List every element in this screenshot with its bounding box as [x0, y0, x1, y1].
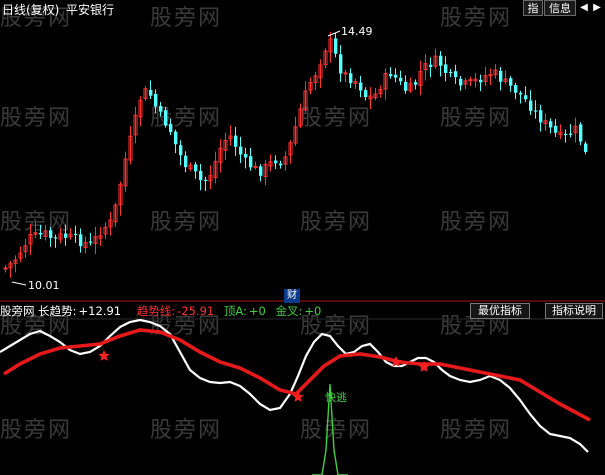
candle-body-down [584, 143, 588, 152]
candle-body-down [159, 106, 163, 112]
candle-body-down [334, 38, 338, 54]
candle-body-down [529, 100, 533, 111]
candle-body-down [169, 123, 173, 132]
stock-name[interactable]: 平安银行 [66, 1, 114, 18]
indicator-lines [0, 318, 591, 475]
indicator-source: 股旁网 长趋势: [0, 304, 77, 318]
candle-body-down [549, 121, 553, 128]
high-pointer [327, 30, 341, 37]
candle-body-down [279, 163, 283, 166]
candle-body-down [204, 179, 208, 182]
info-button[interactable]: 信息 [544, 0, 576, 16]
candle-body-down [499, 70, 503, 82]
golden-cross-value: +0 [304, 304, 322, 318]
candle-body-down [39, 232, 43, 235]
price-high-label: 14.49 [341, 25, 373, 38]
escape-signal-label: 快逃 [325, 391, 347, 404]
candle-body-down [414, 82, 418, 85]
candle-body-down [454, 71, 458, 78]
candlestick-series [3, 31, 588, 278]
candle-body-down [179, 145, 183, 156]
candle-body-down [74, 233, 78, 236]
candle-body-down [164, 110, 168, 126]
candle-body-down [564, 133, 568, 136]
indicator-legend: 股旁网 长趋势: +12.91 趋势线: -25.91 顶A: +0 金叉: +0 [0, 304, 325, 319]
candle-body-down [79, 234, 83, 247]
candle-body-down [444, 64, 448, 73]
candle-body-down [149, 90, 153, 96]
candle-body-down [569, 133, 573, 135]
candle-body-down [519, 92, 523, 95]
candle-body-down [459, 78, 463, 86]
candle-body-down [539, 110, 543, 123]
candle-body-down [554, 125, 558, 133]
indicator-help-button[interactable]: 指标说明 [545, 303, 603, 319]
candle-body-down [389, 73, 393, 77]
golden-cross-label: 金叉: [275, 304, 303, 318]
candle-body-down [194, 164, 198, 172]
candle-body-down [404, 81, 408, 91]
candle-body-down [579, 124, 583, 142]
top-a-label: 顶A: [223, 304, 247, 318]
candle-body-down [244, 153, 248, 158]
candle-body-down [89, 241, 93, 243]
candle-body-down [259, 166, 263, 176]
trend-line [3, 328, 591, 422]
candle-body-down [54, 237, 58, 239]
long-trend-line [0, 318, 589, 453]
price-low-label: 10.01 [28, 279, 60, 292]
top-a-value: +0 [248, 304, 266, 318]
candle-body-down [49, 230, 53, 238]
signal-star-icon [98, 350, 110, 361]
candle-body-down [524, 95, 528, 100]
low-pointer [11, 281, 27, 286]
candle-body-down [439, 55, 443, 66]
candle-body-down [364, 90, 368, 98]
candle-body-down [394, 74, 398, 78]
candle-body-down [239, 146, 243, 155]
finance-badge[interactable]: 财 [284, 289, 300, 303]
chart-title[interactable]: 日线(复权) [2, 1, 59, 18]
candle-body-down [479, 79, 483, 83]
candle-body-down [359, 82, 363, 91]
candle-body-down [349, 73, 353, 84]
index-button[interactable]: 指 [523, 0, 543, 16]
candle-body-down [449, 71, 453, 74]
prev-arrow-icon[interactable]: ◀ [578, 0, 590, 16]
candle-body-down [399, 77, 403, 82]
trend-line-label: 趋势线: [136, 304, 176, 318]
candle-body-down [184, 155, 188, 168]
candle-body-down [534, 110, 538, 112]
candle-body-down [509, 78, 513, 86]
candle-body-down [514, 85, 518, 93]
candle-body-down [199, 170, 203, 181]
candle-body-down [154, 93, 158, 107]
candle-body-down [274, 160, 278, 164]
candle-body-down [174, 131, 178, 145]
best-indicator-button[interactable]: 最优指标 [470, 303, 530, 319]
long-trend-value: +12.91 [78, 304, 122, 318]
candle-body-down [429, 64, 433, 67]
candle-body-down [339, 54, 343, 74]
kline-chart[interactable] [0, 0, 605, 475]
candle-body-down [64, 233, 68, 238]
candle-body-down [234, 135, 238, 147]
trend-line-value: -25.91 [177, 304, 215, 318]
candle-body-down [249, 156, 253, 168]
next-arrow-icon[interactable]: ▶ [591, 0, 603, 16]
chart-window: 股旁网 股旁网 股旁网 股旁网 股旁网 股旁网 股旁网 股旁网 股旁网 股旁网 … [0, 0, 605, 475]
